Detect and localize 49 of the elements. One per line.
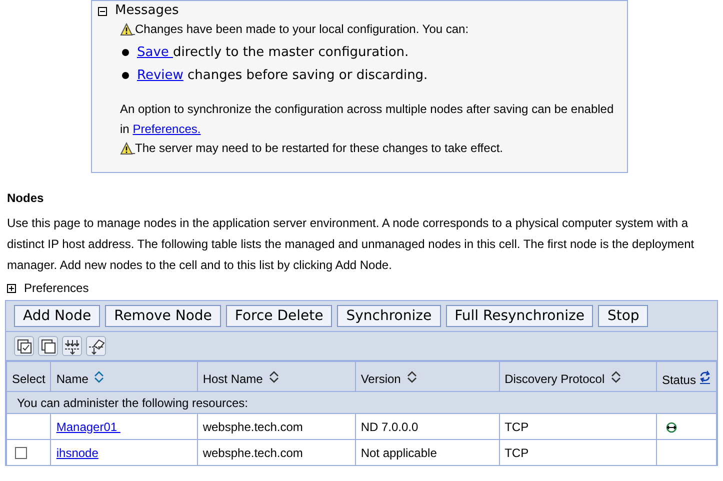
toolbar-button[interactable]: Add Node <box>14 305 100 327</box>
action-text: Review changes before saving or discarding. <box>137 67 428 85</box>
bullet <box>122 72 129 79</box>
row-checkbox[interactable] <box>15 447 27 460</box>
preferences-link[interactable]: Preferences. <box>132 122 201 136</box>
warning-icon <box>120 142 135 155</box>
sync-note-text: An option to synchronize the configuration across multiple nodes after saving can be enabled in Preferences. <box>120 101 615 138</box>
column-header[interactable]: Name <box>50 362 198 392</box>
column-header[interactable]: Status <box>656 362 716 392</box>
synchronized-status-icon <box>664 422 678 433</box>
description-text: Use this page to manage nodes in the application server environment. A node corresponds to a physical computer system with a distinct IP host address. The following table lists the managed and unmanaged nodes in this cell. The first node is the deployment manager. Add new nodes to the cell and to this list by clicking Add Node. <box>7 215 696 274</box>
sort-icon[interactable] <box>94 370 104 382</box>
column-header[interactable]: Select <box>6 362 51 392</box>
warning-text: Changes have been made to your local configuration. You can: <box>135 21 469 38</box>
column-header[interactable]: Discovery Protocol <box>499 362 656 392</box>
action-link[interactable]: Review <box>137 68 184 83</box>
page-title: Nodes <box>7 190 45 207</box>
bullet <box>122 49 129 56</box>
toolbar-button[interactable]: Full Resynchronize <box>446 305 594 327</box>
preferences-toggle[interactable]: Preferences <box>24 279 89 297</box>
node-link[interactable]: ihsnode <box>56 446 98 460</box>
toolbar-button[interactable]: Stop <box>598 305 648 327</box>
action-link[interactable]: Save <box>137 45 174 60</box>
deselect-all-button[interactable] <box>38 336 58 356</box>
sort-icon[interactable] <box>610 370 621 382</box>
table-cell: websphe.tech.com <box>197 440 356 466</box>
column-header[interactable]: Host Name <box>197 362 356 392</box>
clear-filter-button[interactable] <box>86 336 106 356</box>
filter-button[interactable] <box>62 336 82 356</box>
expand-icon[interactable] <box>7 284 16 292</box>
collapse-icon[interactable] <box>98 6 107 16</box>
messages-title: Messages <box>115 2 179 20</box>
table-cell: Not applicable <box>355 440 500 466</box>
column-header[interactable]: Version <box>355 362 500 392</box>
toolbar-button[interactable]: Force Delete <box>226 305 332 327</box>
refresh-icon[interactable] <box>698 370 711 384</box>
table-cell: websphe.tech.com <box>197 414 356 440</box>
table-cell: TCP <box>499 440 656 466</box>
warning-icon <box>120 23 135 36</box>
sort-icon[interactable] <box>268 370 279 382</box>
table-cell: ND 7.0.0.0 <box>355 414 500 440</box>
table-cell: TCP <box>499 414 656 440</box>
toolbar-button[interactable]: Remove Node <box>105 305 221 327</box>
toolbar-button[interactable]: Synchronize <box>337 305 441 327</box>
action-text: Save directly to the master configuration. <box>137 44 409 62</box>
section-text: You can administer the following resources: <box>6 392 716 414</box>
select-all-button[interactable] <box>14 336 34 356</box>
warning-text: The server may need to be restarted for these changes to take effect. <box>135 140 503 157</box>
sort-icon[interactable] <box>406 370 417 382</box>
